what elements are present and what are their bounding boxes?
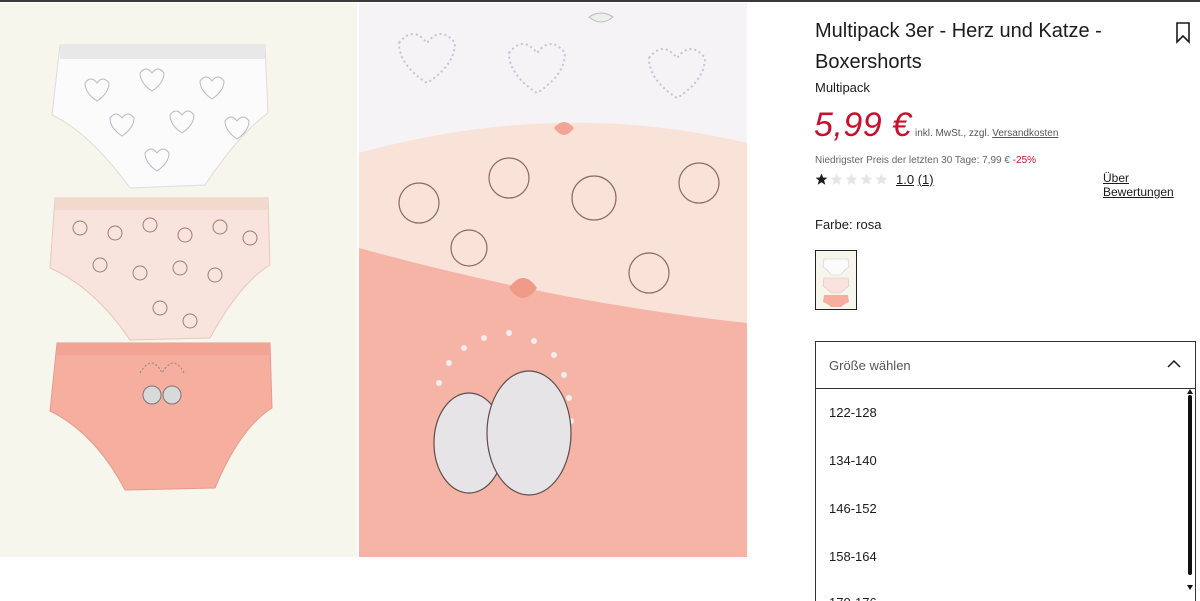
star-icon [815, 173, 828, 185]
size-option[interactable]: 170-176 [829, 595, 877, 601]
product-category: Multipack [815, 80, 870, 95]
scroll-down-arrow-icon[interactable] [1187, 585, 1193, 590]
size-option[interactable]: 134-140 [829, 453, 877, 468]
lowest-price-note: Niedrigster Preis der letzten 30 Tage: 7… [815, 155, 1036, 166]
star-icon [875, 173, 888, 185]
size-dropdown-list: 122-128 134-140 146-152 158-164 170-176 [815, 389, 1196, 601]
size-select-placeholder: Größe wählen [829, 358, 911, 373]
rating-summary: 1.0 (1) [815, 170, 934, 188]
star-icon [845, 173, 858, 185]
tax-note: inkl. MwSt., zzgl. Versandkosten [915, 128, 1058, 139]
product-image-main[interactable] [0, 3, 357, 557]
scroll-up-arrow-icon[interactable] [1187, 389, 1193, 394]
lowest-price-text: Niedrigster Preis der letzten 30 Tage: 7… [815, 155, 1010, 166]
product-title: Multipack 3er - Herz und Katze - Boxersh… [815, 20, 1102, 73]
chevron-up-icon [1167, 359, 1181, 368]
tax-note-text: inkl. MwSt., zzgl. [915, 128, 990, 139]
size-select[interactable]: Größe wählen [815, 341, 1196, 389]
swatch-thumbnail [816, 251, 856, 309]
rating-value-link[interactable]: 1.0 [896, 172, 914, 187]
dropdown-scrollbar[interactable] [1188, 395, 1192, 575]
shipping-cost-link[interactable]: Versandkosten [992, 128, 1058, 139]
product-price: 5,99 € [814, 106, 912, 144]
briefs-flatlay-image [0, 3, 357, 557]
rating-count-link[interactable]: (1) [918, 172, 934, 187]
briefs-closeup-image [359, 3, 747, 557]
star-rating [815, 173, 888, 186]
size-option[interactable]: 122-128 [829, 405, 877, 420]
star-icon [860, 173, 873, 185]
size-option[interactable]: 158-164 [829, 549, 877, 564]
product-image-detail[interactable] [359, 3, 747, 557]
color-swatch-rosa[interactable] [815, 250, 857, 310]
reviews-link[interactable]: Über Bewertungen [1103, 171, 1200, 199]
top-border [0, 0, 1200, 2]
bookmark-icon[interactable] [1175, 22, 1191, 44]
star-icon [830, 173, 843, 185]
color-label: Farbe: rosa [815, 217, 882, 232]
size-option[interactable]: 146-152 [829, 501, 877, 516]
discount-badge: -25% [1012, 155, 1037, 166]
